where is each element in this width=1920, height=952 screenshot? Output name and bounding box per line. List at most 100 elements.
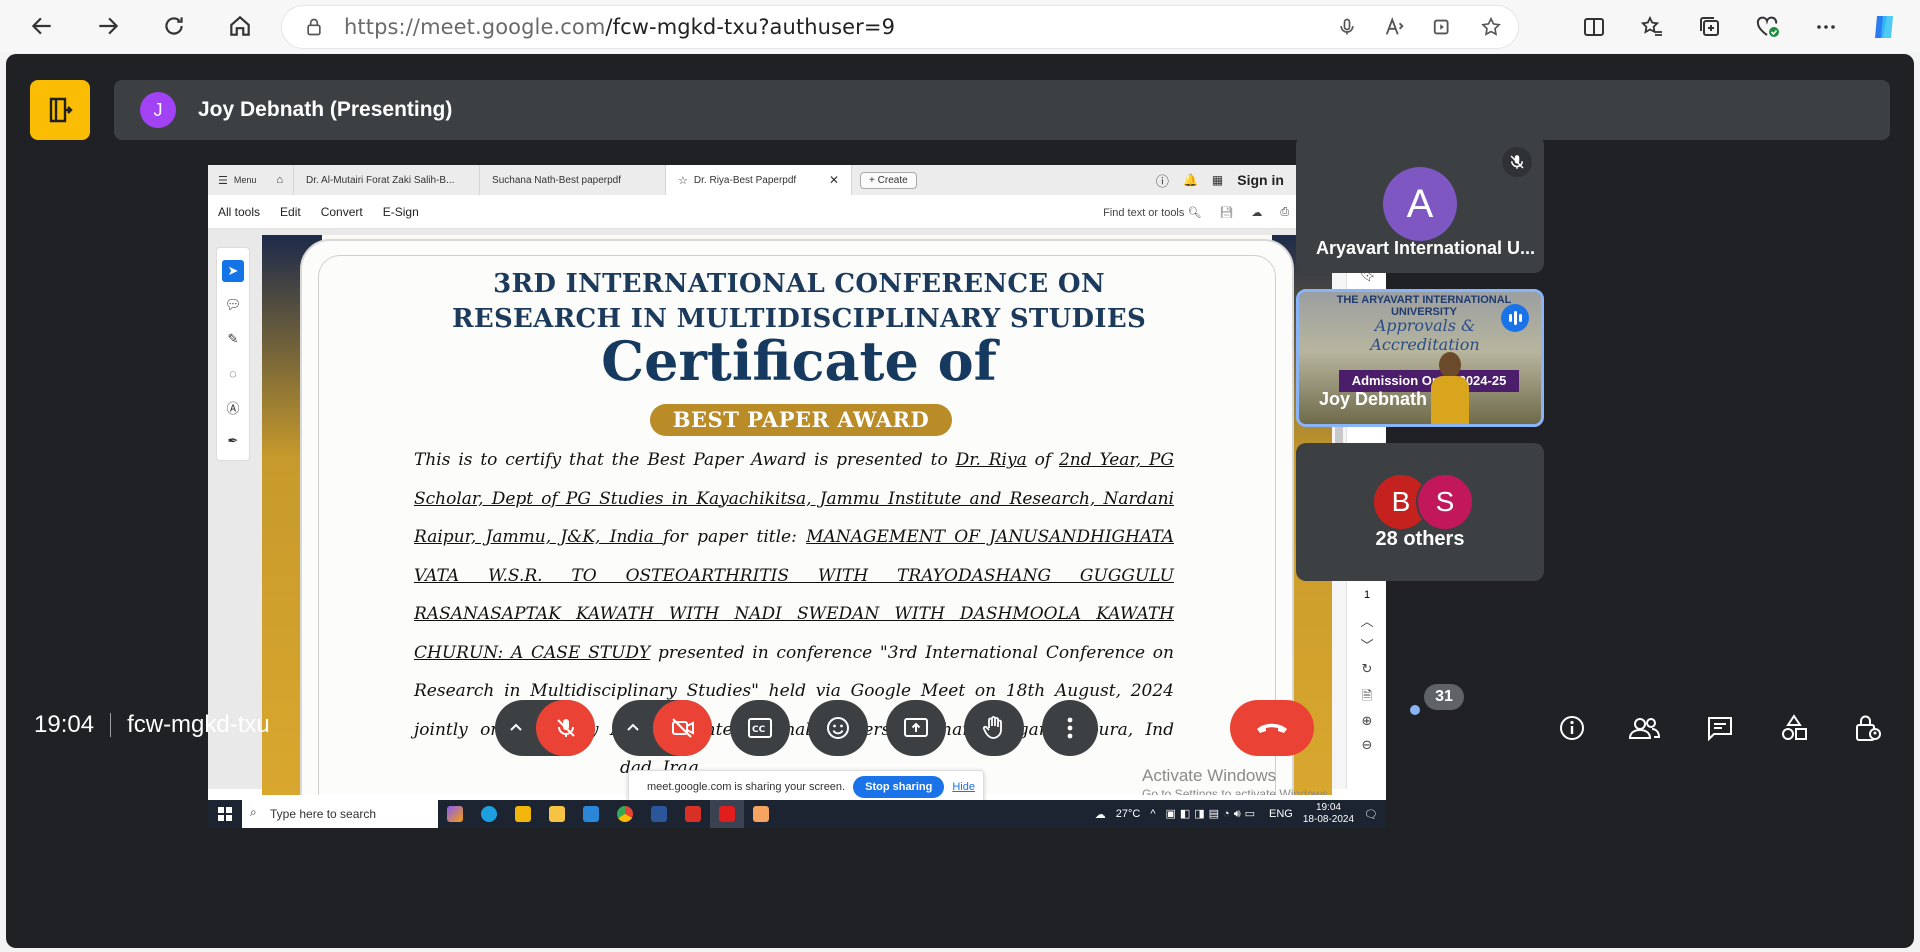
acrobat-app-icon[interactable]	[710, 800, 744, 828]
find-tools-button[interactable]: Find text or tools 🔍︎	[1103, 206, 1201, 219]
chevron-down-icon[interactable]: ﹀	[1359, 635, 1375, 653]
svg-text:CC: CC	[752, 725, 766, 735]
stop-sharing-button[interactable]: Stop sharing	[853, 776, 945, 798]
acrobat-menu-label: Menu	[233, 175, 257, 185]
photo-app-icon[interactable]	[744, 800, 778, 828]
chevron-up-icon[interactable]: ︿	[1359, 611, 1375, 629]
edge-app-icon[interactable]	[472, 800, 506, 828]
read-aloud-icon[interactable]	[1382, 14, 1408, 40]
highlighter-icon[interactable]: ✎	[222, 328, 244, 350]
chat-notification-dot	[1410, 705, 1420, 715]
chevron-up-icon[interactable]: ^	[1150, 808, 1155, 820]
upload-cloud-icon[interactable]: ☁	[1251, 206, 1262, 219]
award-banner: BEST PAPER AWARD	[650, 404, 952, 436]
refresh-button[interactable]	[152, 4, 196, 48]
door-exit-icon	[49, 97, 73, 123]
windows-start-icon[interactable]	[208, 800, 242, 828]
arrow-left-icon	[31, 17, 51, 35]
camera-toggle-button[interactable]	[653, 700, 712, 756]
participant-tile-aryavart[interactable]: A Aryavart International U...	[1296, 135, 1544, 273]
participant-name: Joy Debnath	[1319, 389, 1428, 409]
sign-in-button[interactable]: Sign in	[1237, 172, 1284, 188]
participant-name: Aryavart International U...	[1316, 238, 1536, 258]
edit-button[interactable]: Edit	[270, 205, 311, 219]
all-tools-button[interactable]: All tools	[208, 205, 270, 219]
favorites-icon[interactable]	[1630, 5, 1674, 49]
taskbar-search[interactable]: ⌕ Type here to search	[242, 800, 438, 828]
host-controls-button[interactable]	[1840, 700, 1896, 756]
video-icon[interactable]	[1430, 14, 1456, 40]
file-explorer-icon[interactable]	[540, 800, 574, 828]
activities-shapes-icon	[1782, 714, 1807, 740]
acrobat-tool-rail: ➤ 💬︎ ✎ ◌ Ⓐ ✒	[216, 247, 250, 461]
raise-hand-button[interactable]	[964, 700, 1024, 756]
reactions-button[interactable]	[808, 700, 868, 756]
mic-toggle-button[interactable]	[536, 700, 595, 756]
chrome-app-icon[interactable]	[608, 800, 642, 828]
security-app-icon[interactable]	[676, 800, 710, 828]
notification-bell-icon[interactable]: 🔔	[1183, 173, 1198, 187]
rotate-icon[interactable]: ↻	[1359, 661, 1375, 677]
close-tab-icon[interactable]: ✕	[829, 173, 839, 187]
sign-pen-icon[interactable]: ✒	[222, 430, 244, 452]
leave-call-button[interactable]	[1230, 700, 1314, 756]
audio-options-chevron-up-icon[interactable]	[495, 700, 536, 756]
people-button[interactable]	[1616, 700, 1672, 756]
present-now-button[interactable]	[886, 700, 946, 756]
apps-grid-icon[interactable]: ▦	[1212, 173, 1223, 187]
participant-count-badge: 31	[1424, 684, 1464, 710]
forward-button[interactable]	[86, 4, 130, 48]
acrobat-menu-button[interactable]: ☰ Menu	[208, 165, 266, 195]
participant-tile-joy-debnath[interactable]: THE ARYAVART INTERNATIONAL UNIVERSITY Ap…	[1296, 289, 1544, 427]
comment-icon[interactable]: 💬︎	[222, 294, 244, 316]
store-app-icon[interactable]	[506, 800, 540, 828]
help-icon[interactable]: ⓘ	[1156, 171, 1169, 190]
convert-button[interactable]: Convert	[311, 205, 373, 219]
hide-banner-link[interactable]: Hide	[952, 781, 975, 793]
browser-essentials-icon[interactable]	[1746, 5, 1790, 49]
address-bar[interactable]: https://meet.google.com/fcw-mgkd-txu?aut…	[282, 6, 1518, 48]
split-screen-icon[interactable]	[1572, 5, 1616, 49]
acrobat-tab-2[interactable]: Suchana Nath-Best paperpdf	[480, 165, 667, 195]
activate-subtitle: Go to Settings to activate Windows.	[1142, 787, 1332, 795]
create-button[interactable]: + Create	[860, 171, 917, 189]
acrobat-tab-3[interactable]: ☆ Dr. Riya-Best Paperpdf ✕	[666, 165, 853, 195]
video-options-chevron-up-icon[interactable]	[612, 700, 653, 756]
meeting-details-button[interactable]	[1544, 700, 1600, 756]
taskbar-clock[interactable]: 19:04 18-08-2024	[1303, 802, 1354, 826]
presenter-bar: J Joy Debnath (Presenting)	[114, 80, 1890, 140]
more-options-button[interactable]	[1042, 700, 1098, 756]
input-language[interactable]: ENG	[1269, 808, 1293, 820]
copilot-app-icon[interactable]	[438, 800, 472, 828]
paper-intro: for paper title:	[663, 527, 807, 547]
select-cursor-icon[interactable]: ➤	[222, 260, 244, 282]
emoji-icon	[827, 717, 849, 739]
weather-icon[interactable]: ☁	[1095, 808, 1106, 821]
esign-button[interactable]: E-Sign	[373, 205, 429, 219]
back-button[interactable]	[20, 4, 64, 48]
microphone-icon[interactable]	[1334, 14, 1360, 40]
system-tray-icons[interactable]: ▣◧◨▤◔🔊︎▭	[1165, 807, 1259, 821]
chat-button[interactable]	[1692, 700, 1748, 756]
favorite-star-icon[interactable]	[1478, 14, 1504, 40]
exit-presentation-button[interactable]	[30, 80, 90, 140]
captions-button[interactable]: CC	[730, 700, 790, 756]
home-button[interactable]	[218, 4, 262, 48]
acrobat-tab-1[interactable]: Dr. Al-Mutairi Forat Zaki Salih-B...	[294, 165, 481, 195]
notifications-icon[interactable]: 🗨︎	[1364, 808, 1378, 821]
text-select-icon[interactable]: Ⓐ	[222, 396, 244, 418]
mail-app-icon[interactable]	[574, 800, 608, 828]
collections-icon[interactable]	[1688, 5, 1732, 49]
home-icon	[230, 15, 250, 36]
more-icon[interactable]	[1804, 5, 1848, 49]
copilot-icon[interactable]	[1862, 5, 1906, 49]
word-app-icon[interactable]	[642, 800, 676, 828]
save-icon[interactable]: 💾︎	[1219, 206, 1233, 219]
print-icon[interactable]: ⎙	[1280, 206, 1289, 219]
lasso-icon[interactable]: ◌	[222, 362, 244, 384]
activities-button[interactable]	[1766, 700, 1822, 756]
participant-tile-others[interactable]: B S 28 others	[1296, 443, 1544, 581]
acrobat-home-tab[interactable]: ⌂	[266, 165, 295, 195]
acrobat-tab-1-label: Dr. Al-Mutairi Forat Zaki Salih-B...	[306, 174, 455, 186]
speaking-indicator-icon	[1501, 304, 1529, 332]
